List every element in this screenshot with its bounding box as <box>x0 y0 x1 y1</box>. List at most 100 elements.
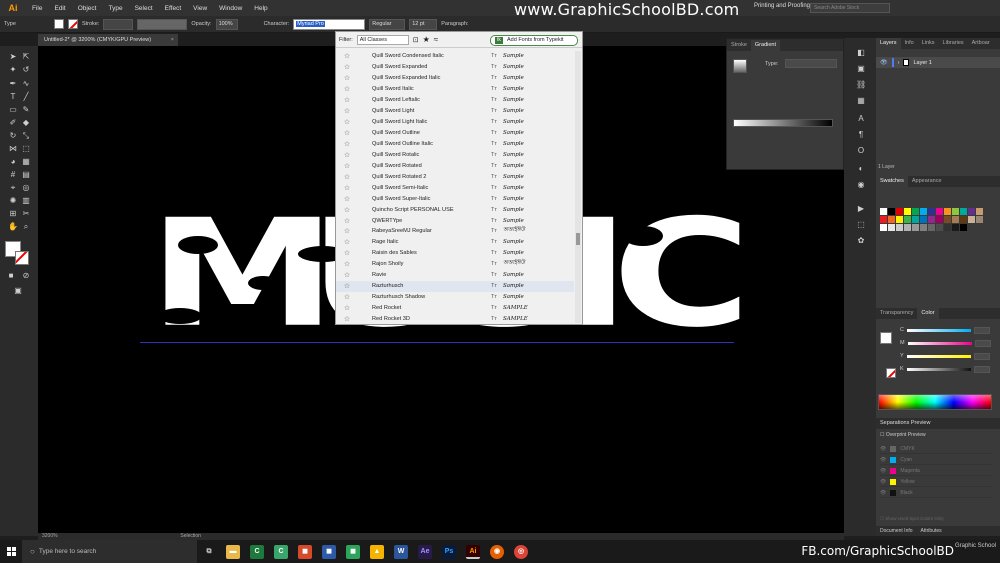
opacity-field[interactable]: 100% <box>215 18 238 30</box>
photoshop-icon[interactable]: Ps <box>442 544 456 559</box>
google-drive-icon[interactable]: ▲ <box>370 544 384 559</box>
favorite-star-icon[interactable]: ☆ <box>336 249 358 257</box>
channel-value[interactable] <box>973 326 990 334</box>
color-swatch[interactable] <box>976 216 983 223</box>
favorite-star-icon[interactable]: ☆ <box>336 195 358 203</box>
font-list-item[interactable]: ☆ Quill Sword Light Italic Tт Sample <box>336 117 574 128</box>
graphic-styles-dock-icon[interactable]: ◉ <box>856 180 866 190</box>
perspective-grid-tool-icon[interactable]: ▦ <box>20 157 32 167</box>
separations-header[interactable]: Separations Preview <box>876 418 1000 429</box>
font-list-item[interactable]: ☆ Quill Sword Condensed Italic Tт Sample <box>336 51 574 62</box>
favorite-star-icon[interactable]: ☆ <box>336 184 358 192</box>
direct-selection-tool-icon[interactable]: ⇱ <box>20 52 32 62</box>
favorite-star-icon[interactable]: ☆ <box>336 96 358 104</box>
add-fonts-typekit-button[interactable]: tk Add Fonts from Typekit <box>490 35 578 46</box>
color-swatch[interactable] <box>928 216 935 223</box>
start-button[interactable] <box>0 540 22 563</box>
tab-transparency[interactable]: Transparency <box>876 308 917 319</box>
font-list-item[interactable]: ☆ Quill Sword Semi-Italic Tт Sample <box>336 182 574 193</box>
color-swatch[interactable] <box>928 224 935 231</box>
color-swatch[interactable] <box>904 224 911 231</box>
links-dock-icon[interactable]: ⛓ <box>856 80 866 90</box>
color-swatch[interactable] <box>888 208 895 215</box>
brush-field[interactable] <box>137 18 188 30</box>
font-list-item[interactable]: ☆ Quincho Script PERSONAL USE Tт Sample <box>336 204 574 215</box>
font-list-item[interactable]: ☆ Quill Sword Super-Italic Tт Sample <box>336 193 574 204</box>
file-explorer-icon[interactable]: ▬ <box>226 544 240 559</box>
favorite-star-icon[interactable]: ☆ <box>336 304 358 312</box>
color-fill-swatch[interactable] <box>880 332 892 344</box>
favorite-star-icon[interactable]: ☆ <box>336 217 358 225</box>
color-swatch[interactable] <box>952 224 959 231</box>
favorite-star-icon[interactable]: ☆ <box>336 118 358 126</box>
menu-edit[interactable]: Edit <box>48 5 71 12</box>
similar-fonts-icon[interactable]: ≈ <box>434 35 438 44</box>
scrollbar-thumb[interactable] <box>576 233 580 245</box>
favorite-star-icon[interactable]: ☆ <box>336 140 358 148</box>
tab-swatches[interactable]: Swatches <box>876 176 908 187</box>
separation-row[interactable]: 👁 Yellow <box>880 477 992 487</box>
menu-select[interactable]: Select <box>129 5 159 12</box>
menu-effect[interactable]: Effect <box>159 5 188 12</box>
app-blue-icon[interactable]: ◼ <box>322 544 336 559</box>
actions-dock-icon[interactable]: ▶ <box>856 204 866 214</box>
shape-builder-tool-icon[interactable]: ◕ <box>7 157 19 167</box>
favorite-star-icon[interactable]: ☆ <box>336 63 358 71</box>
color-swatch[interactable] <box>912 216 919 223</box>
color-swatch[interactable] <box>880 216 887 223</box>
typekit-filter-icon[interactable]: ⊡ <box>413 36 419 44</box>
layer-row[interactable]: 👁 › Layer 1 <box>876 57 1000 68</box>
gradient-tool-icon[interactable]: ▤ <box>20 170 32 180</box>
separation-row[interactable]: 👁 Magenta <box>880 466 992 476</box>
rotate-tool-icon[interactable]: ↻ <box>7 131 19 141</box>
menu-help[interactable]: Help <box>248 5 273 12</box>
font-list-item[interactable]: ☆ Razturhusch Tт Sample <box>336 280 574 292</box>
color-swatch[interactable] <box>944 216 951 223</box>
font-list-item[interactable]: ☆ QWERTYpe Tт Sample <box>336 215 574 226</box>
expand-arrow-icon[interactable]: › <box>898 60 900 66</box>
font-list-item[interactable]: ☆ Quill Sword Outline Tт Sample <box>336 128 574 139</box>
blend-tool-icon[interactable]: ◎ <box>20 183 32 193</box>
color-mode-icon[interactable]: ■ <box>5 271 17 281</box>
color-swatch[interactable] <box>920 208 927 215</box>
tab-document-info[interactable]: Document Info <box>880 528 913 534</box>
color-swatch[interactable] <box>936 224 943 231</box>
color-swatch[interactable] <box>968 208 975 215</box>
font-list-item[interactable]: ☆ Quill Sword Rotalic Tт Sample <box>336 149 574 160</box>
spot-colors-checkbox[interactable]: ☐ Show Used Spot Colors Only <box>880 516 944 522</box>
color-swatch[interactable] <box>944 224 951 231</box>
font-list-item[interactable]: ☆ Rage Italic Tт Sample <box>336 237 574 248</box>
fill-swatch[interactable] <box>53 19 64 29</box>
gradient-thumbnail[interactable] <box>733 59 747 73</box>
color-swatch[interactable] <box>896 208 903 215</box>
workspace-switcher[interactable]: Printing and Proofing <box>754 3 810 9</box>
paintbrush-tool-icon[interactable]: ✎ <box>20 105 32 115</box>
column-graph-tool-icon[interactable]: ▥ <box>20 196 32 206</box>
stroke-swatch[interactable] <box>67 19 78 29</box>
character-dock-icon[interactable]: A <box>856 114 866 124</box>
visibility-eye-icon[interactable]: 👁 <box>880 59 888 66</box>
separation-row[interactable]: 👁 Black <box>880 488 992 498</box>
adobe-stock-search[interactable]: Search Adobe Stock <box>810 3 890 13</box>
tab-attributes[interactable]: Attributes <box>921 528 942 534</box>
color-swatch[interactable] <box>936 208 943 215</box>
color-swatch[interactable] <box>896 216 903 223</box>
artboard-tool-icon[interactable]: ⊞ <box>7 209 19 219</box>
tab-stroke[interactable]: Stroke <box>727 40 751 51</box>
color-swatch[interactable] <box>952 216 959 223</box>
color-swatch[interactable] <box>960 224 967 231</box>
color-swatch[interactable] <box>936 216 943 223</box>
favorite-star-icon[interactable]: ☆ <box>336 227 358 235</box>
font-list-item[interactable]: ☆ Quill Sword Leftalic Tт Sample <box>336 95 574 106</box>
color-swatch[interactable] <box>944 208 951 215</box>
visibility-eye-icon[interactable]: 👁 <box>880 490 886 496</box>
slice-tool-icon[interactable]: ✂ <box>20 209 32 219</box>
favorites-filter-icon[interactable]: ★ <box>423 35 430 44</box>
favorite-star-icon[interactable]: ☆ <box>336 129 358 137</box>
font-list-item[interactable]: ☆ Quill Sword Italic Tт Sample <box>336 84 574 95</box>
zoom-level[interactable]: 3200% <box>42 533 58 539</box>
paragraph-dock-icon[interactable]: ¶ <box>856 130 866 140</box>
color-swatch[interactable] <box>888 224 895 231</box>
font-style-select[interactable]: Regular <box>369 18 406 30</box>
image-trace-dock-icon[interactable]: ▦ <box>856 96 866 106</box>
